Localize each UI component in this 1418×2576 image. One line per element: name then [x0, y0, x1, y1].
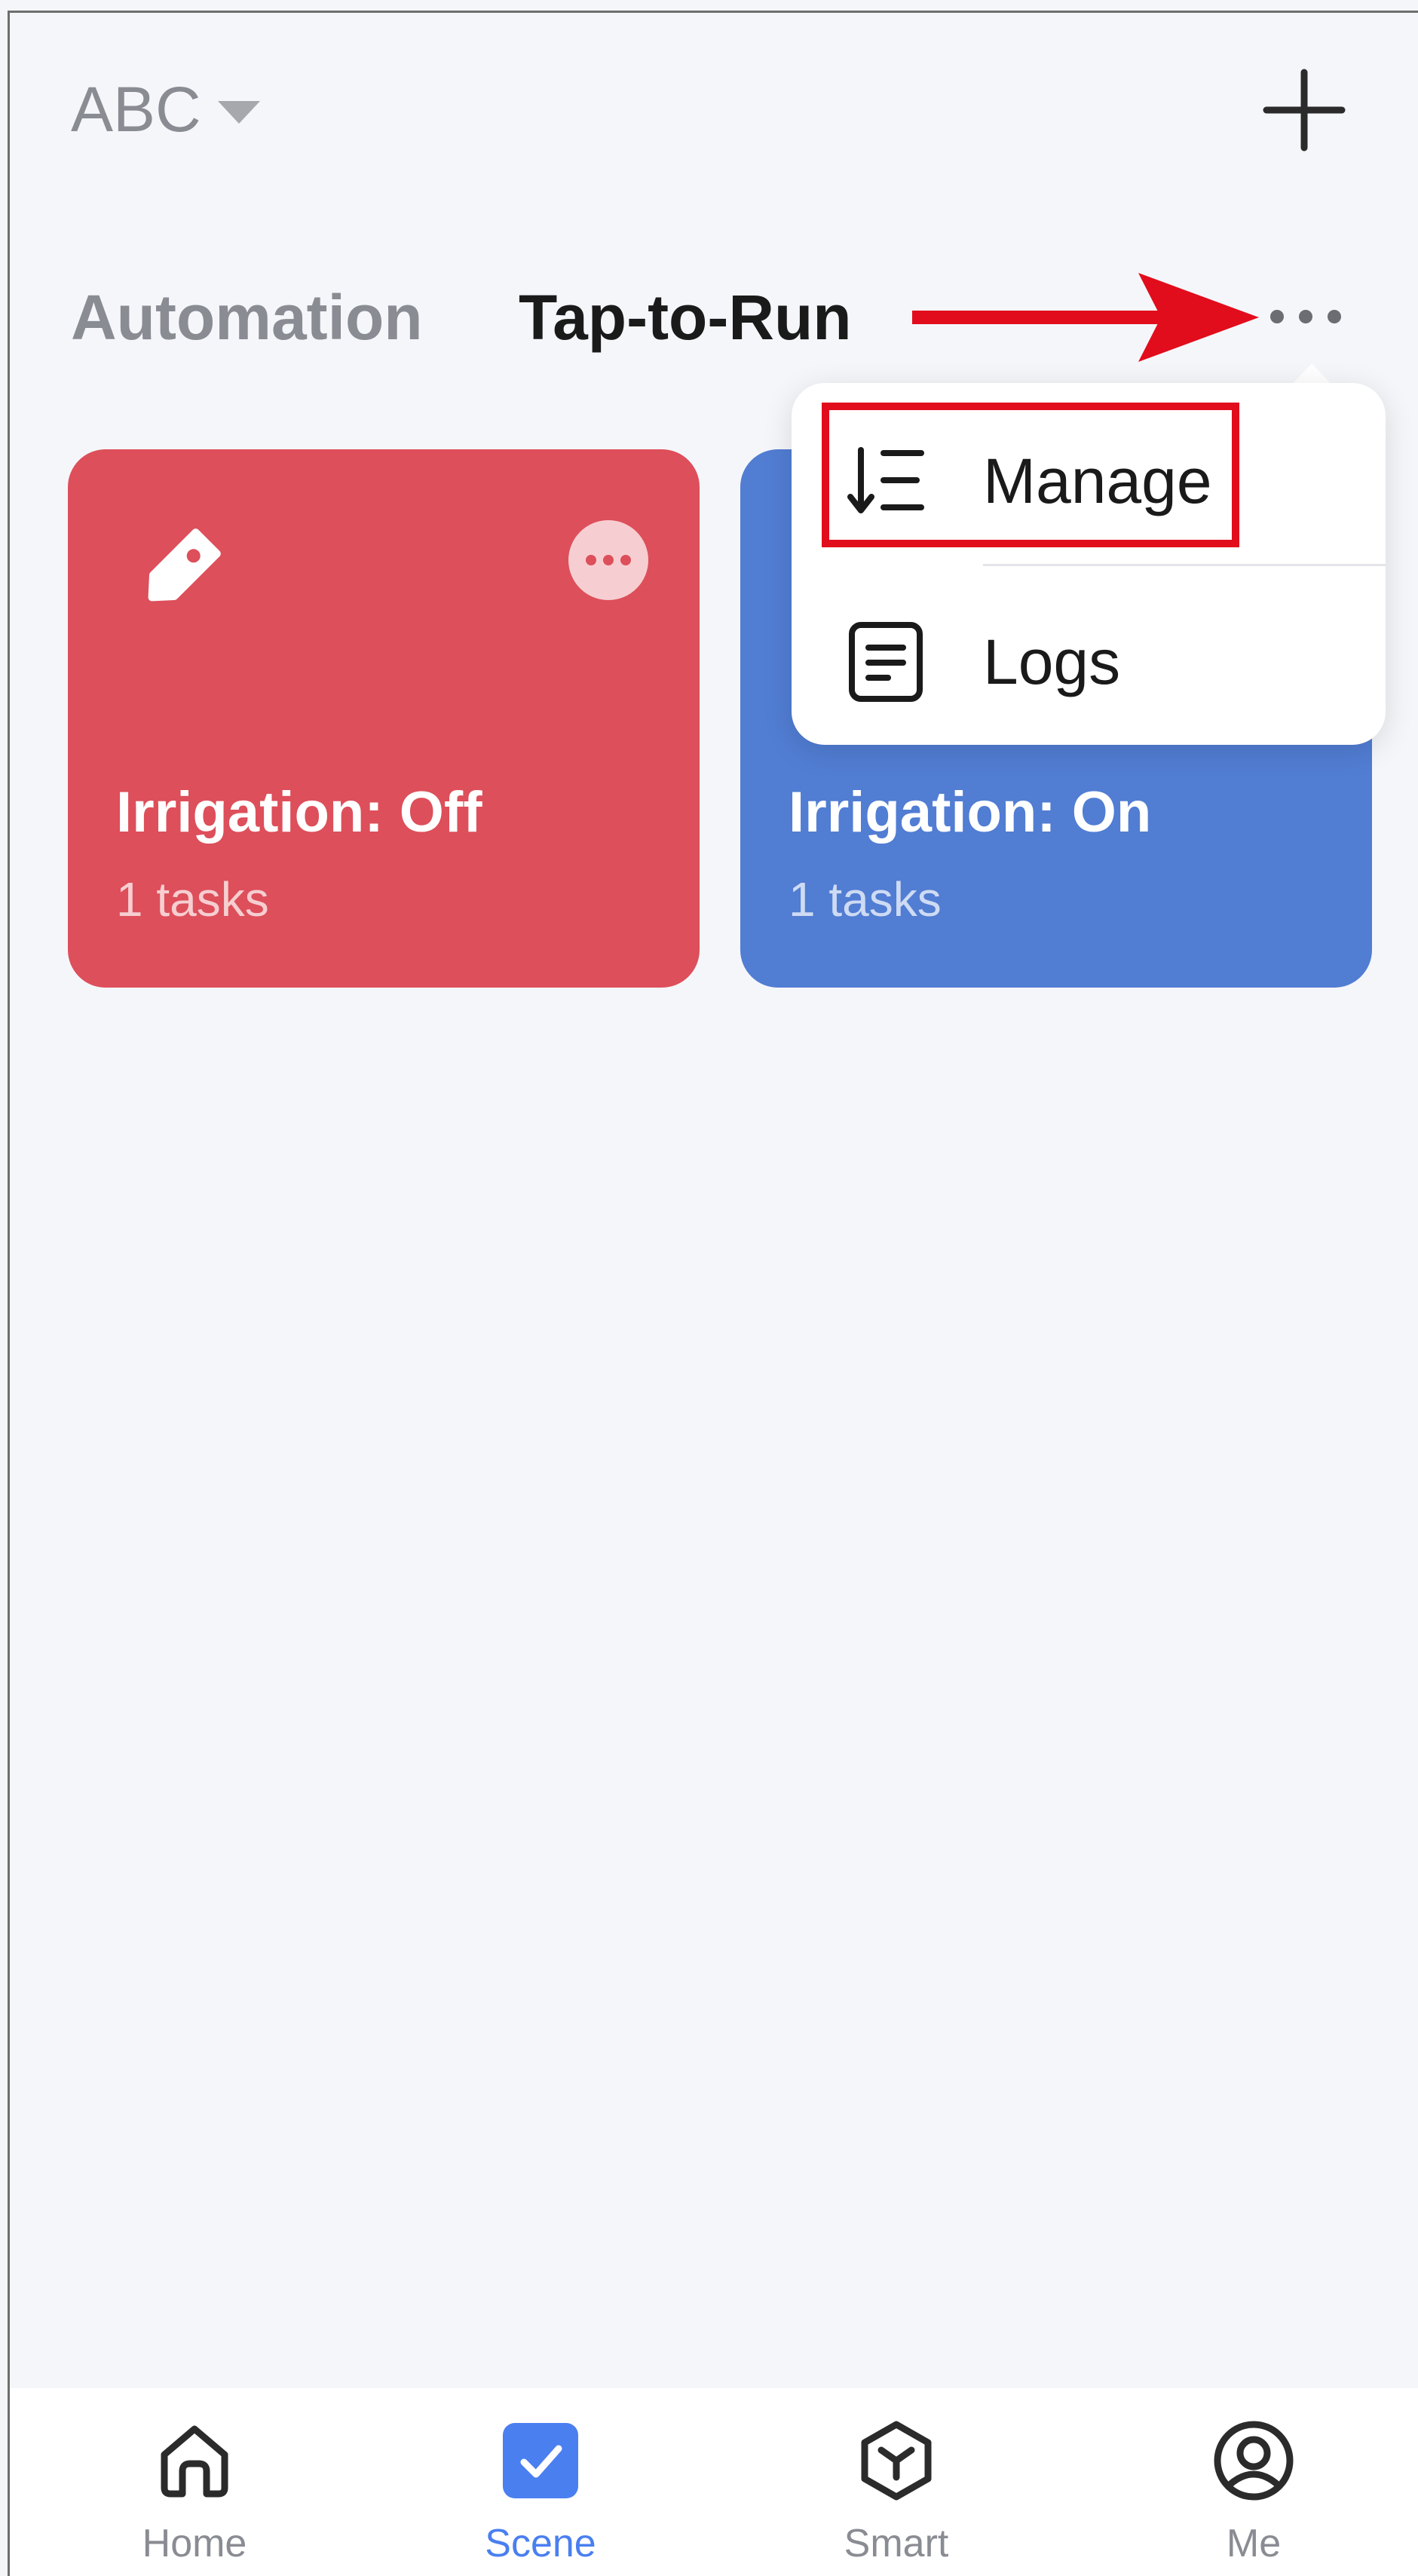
more-horizontal-icon: [586, 555, 631, 565]
tag-icon: [148, 528, 221, 602]
nav-item-me[interactable]: Me: [1141, 2388, 1367, 2576]
cube-icon: [861, 2421, 932, 2501]
nav-item-home[interactable]: Home: [81, 2388, 308, 2576]
scene-task-count: 1 tasks: [789, 872, 942, 927]
home-icon: [161, 2425, 228, 2498]
nav-item-scene[interactable]: Scene: [427, 2388, 654, 2576]
scene-check-icon: [503, 2423, 578, 2498]
sort-list-icon: [847, 447, 924, 513]
scene-title: Irrigation: On: [789, 780, 1152, 844]
tab-automation[interactable]: Automation: [71, 276, 423, 359]
caret-down-icon: [217, 101, 260, 124]
more-horizontal-icon: [1270, 310, 1341, 323]
scene-card-irrigation-off[interactable]: Irrigation: Off 1 tasks: [68, 449, 700, 988]
nav-label: Scene: [485, 2522, 596, 2565]
add-scene-button[interactable]: [1260, 66, 1348, 154]
nav-label: Me: [1226, 2522, 1282, 2565]
nav-label: Home: [142, 2522, 247, 2565]
more-options-button[interactable]: [1260, 286, 1351, 347]
menu-item-manage[interactable]: Manage: [792, 398, 1386, 564]
home-name: ABC: [71, 73, 201, 145]
more-options-popup: Manage Logs: [792, 383, 1386, 745]
annotation-arrow: [912, 268, 1266, 366]
tab-tap-to-run[interactable]: Tap-to-Run: [519, 276, 852, 359]
nav-label: Smart: [844, 2522, 949, 2565]
menu-item-label: Logs: [983, 626, 1121, 697]
nav-item-smart[interactable]: Smart: [783, 2388, 1009, 2576]
scene-task-count: 1 tasks: [116, 872, 269, 927]
home-selector[interactable]: ABC: [71, 68, 260, 151]
user-circle-icon: [1214, 2421, 1294, 2501]
document-icon: [849, 622, 923, 702]
menu-item-label: Manage: [983, 445, 1212, 516]
scene-more-button[interactable]: [568, 520, 648, 600]
bottom-nav: Home Scene Smart Me: [10, 2388, 1418, 2576]
menu-divider: [983, 564, 1386, 566]
menu-item-logs[interactable]: Logs: [792, 579, 1386, 745]
plus-icon: [1263, 69, 1346, 152]
scene-title: Irrigation: Off: [116, 780, 482, 844]
